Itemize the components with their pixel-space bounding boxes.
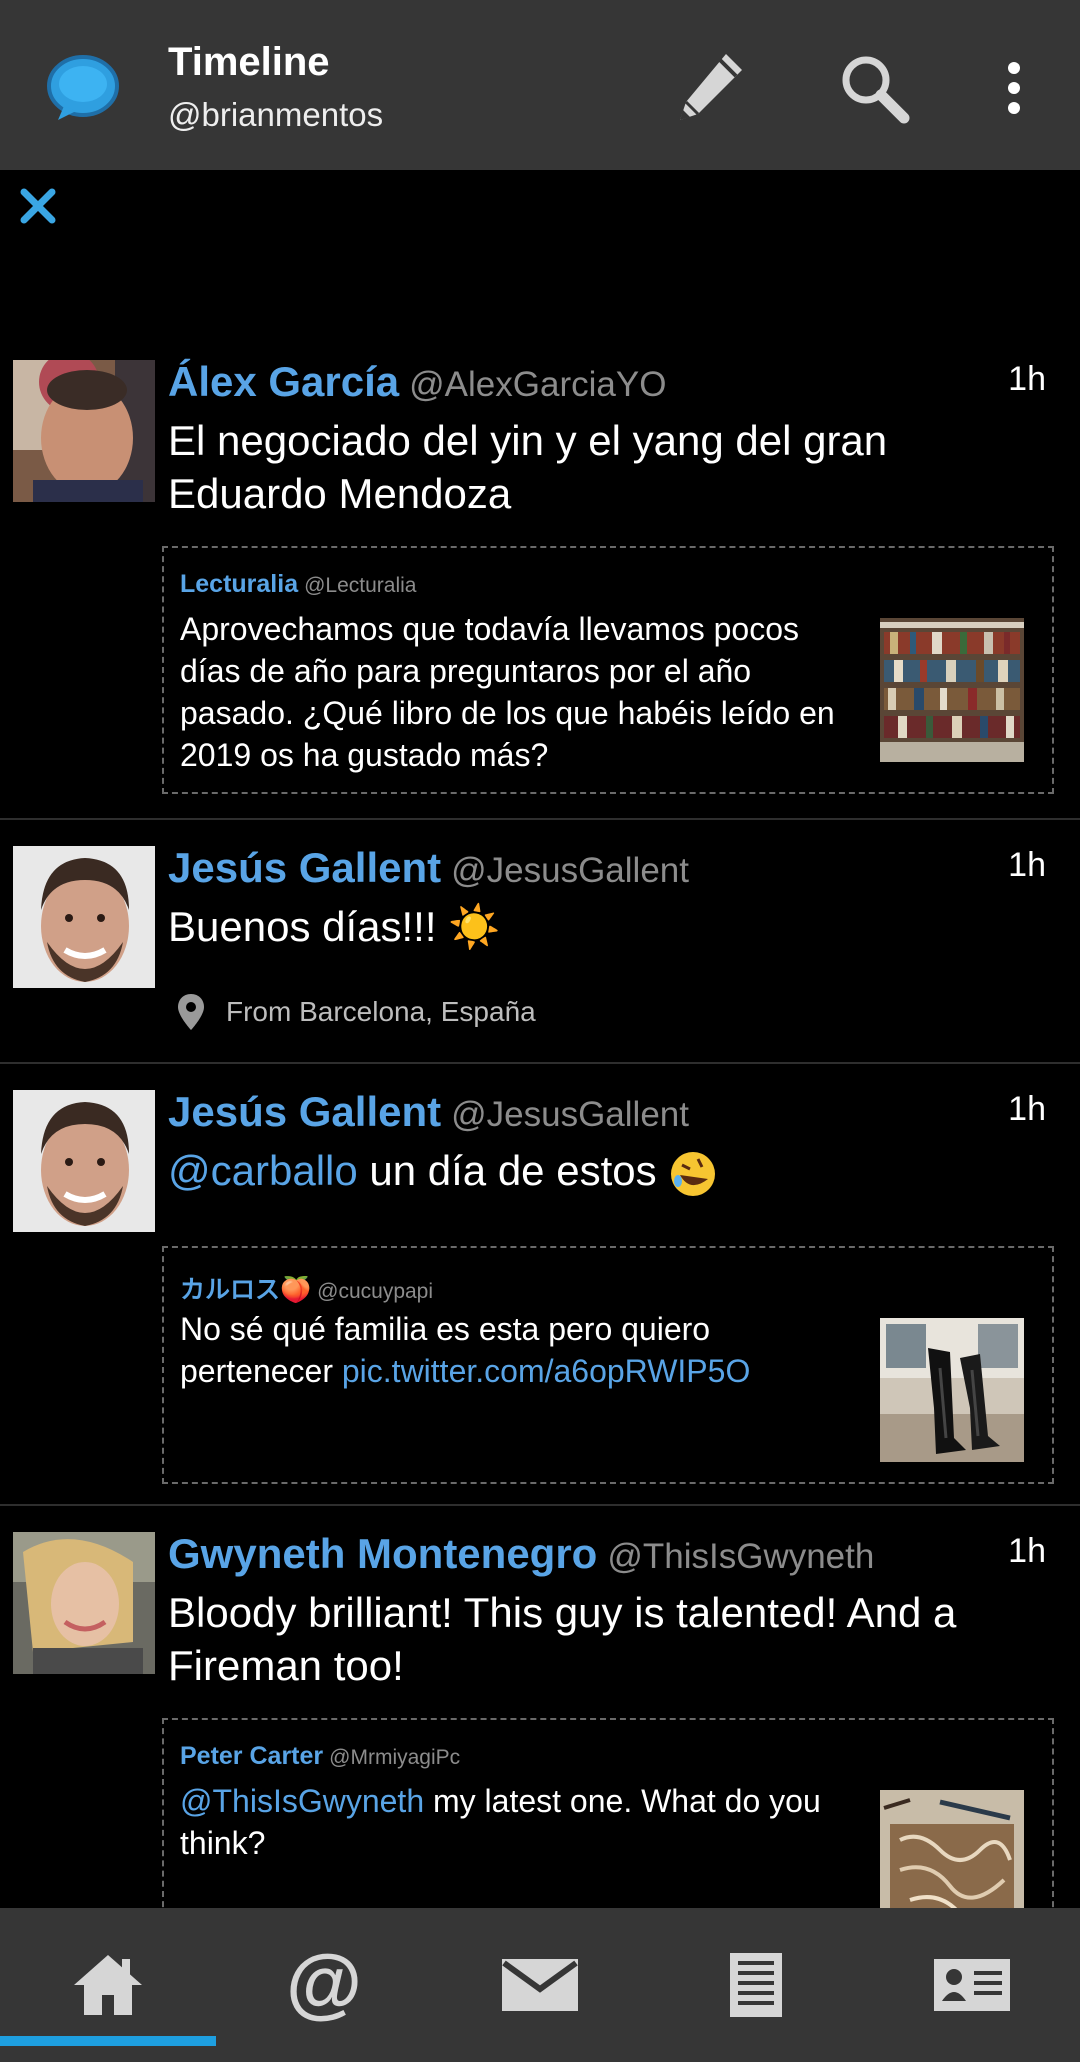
page-title: Timeline	[168, 40, 330, 84]
tweet-text: El negociado del yin y el yang del gran …	[168, 417, 888, 517]
avatar[interactable]	[13, 1532, 155, 1674]
nav-lists[interactable]	[648, 1908, 864, 2062]
rolling-laughing-emoji-icon	[671, 1151, 716, 1196]
tweet-time: 1h	[1008, 846, 1046, 884]
tweet-time: 1h	[1008, 1532, 1046, 1570]
quoted-tweet[interactable]: Lecturalia @Lecturalia Aprovechamos que t…	[162, 546, 1054, 794]
profile-icon	[934, 1959, 1010, 2011]
mention-link[interactable]: @ThisIsGwyneth	[180, 1783, 424, 1819]
quoted-author: カルロス🍑 @cucuypapi	[180, 1276, 434, 1304]
tweet-text: Bloody brilliant! This guy is talented! …	[168, 1589, 957, 1689]
overflow-menu-button[interactable]	[966, 40, 1062, 136]
avatar[interactable]	[13, 360, 155, 502]
app-bar: Timeline @brianmentos	[0, 0, 1080, 170]
avatar[interactable]	[13, 846, 155, 988]
compose-button[interactable]	[660, 40, 756, 136]
author-handle: @JesusGallent	[451, 1095, 689, 1134]
pencil-icon	[680, 54, 742, 120]
account-handle: @brianmentos	[168, 96, 384, 133]
quoted-media-thumbnail[interactable]	[880, 1790, 1024, 1908]
overflow-menu-icon	[1008, 62, 1020, 114]
tweet-item[interactable]: Gwyneth Montenegro @ThisIsGwyneth 1h Bloo…	[0, 1526, 1080, 1908]
author-name[interactable]: Jesús Gallent @JesusGallent	[168, 844, 689, 892]
lists-icon	[730, 1953, 782, 2017]
home-icon	[74, 1955, 142, 2015]
search-button[interactable]	[826, 40, 922, 136]
close-icon[interactable]	[16, 184, 60, 228]
tweet-item[interactable]: Jesús Gallent @JesusGallent 1h @carballo …	[0, 1084, 1080, 1504]
author-name[interactable]: Gwyneth Montenegro @ThisIsGwyneth	[168, 1530, 874, 1578]
messages-icon	[502, 1959, 578, 2011]
author-handle: @AlexGarciaYO	[409, 365, 667, 404]
mention-link[interactable]: @carballo	[168, 1147, 358, 1194]
tweet-time: 1h	[1008, 1090, 1046, 1128]
media-link[interactable]: pic.twitter.com/a6opRWIP5O	[342, 1353, 750, 1389]
svg-text:@: @	[286, 1947, 362, 2023]
tweet-text: @carballo un día de estos	[168, 1144, 1048, 1199]
nav-profile[interactable]	[864, 1908, 1080, 2062]
quoted-media-thumbnail[interactable]	[880, 618, 1024, 762]
app-logo-icon[interactable]	[44, 48, 122, 126]
tweet-time: 1h	[1008, 360, 1046, 398]
quoted-media-thumbnail[interactable]	[880, 1318, 1024, 1462]
nav-messages[interactable]	[432, 1908, 648, 2062]
quoted-handle: @Lecturalia	[304, 574, 417, 597]
mentions-icon: @	[286, 1947, 362, 2023]
tweet-location[interactable]: From Barcelona, España	[178, 992, 536, 1032]
author-name[interactable]: Álex García @AlexGarciaYO	[168, 358, 666, 406]
search-icon	[842, 56, 910, 124]
tweet-item[interactable]: Jesús Gallent @JesusGallent 1h Buenos día…	[0, 840, 1080, 1062]
quoted-handle: @cucuypapi	[317, 1280, 434, 1303]
tweet-divider	[0, 1504, 1080, 1506]
quoted-tweet[interactable]: Peter Carter @MrmiyagiPc @ThisIsGwyneth m…	[162, 1718, 1054, 1908]
tweet-divider	[0, 818, 1080, 820]
quoted-text: No sé qué familia es esta pero quiero pe…	[180, 1311, 751, 1389]
avatar[interactable]	[13, 1090, 155, 1232]
location-text: From Barcelona, España	[226, 996, 536, 1027]
location-pin-icon	[178, 994, 204, 1030]
author-handle: @ThisIsGwyneth	[607, 1537, 875, 1576]
tweet-text: Buenos días!!! ☀️	[168, 903, 501, 950]
selected-tab-indicator	[0, 2036, 216, 2046]
quoted-author: Peter Carter @MrmiyagiPc	[180, 1742, 461, 1770]
quoted-text: Aprovechamos que todavía llevamos pocos …	[180, 611, 835, 773]
tweet-divider	[0, 1062, 1080, 1064]
quoted-text: @ThisIsGwyneth my latest one. What do yo…	[180, 1783, 821, 1861]
quoted-handle: @MrmiyagiPc	[329, 1746, 461, 1769]
tweet-item[interactable]: Álex García @AlexGarciaYO 1h El negociado…	[0, 354, 1080, 820]
quoted-author: Lecturalia @Lecturalia	[180, 570, 417, 598]
quoted-tweet[interactable]: カルロス🍑 @cucuypapi No sé qué familia es est…	[162, 1246, 1054, 1484]
author-handle: @JesusGallent	[451, 851, 689, 890]
author-name[interactable]: Jesús Gallent @JesusGallent	[168, 1088, 689, 1136]
nav-mentions[interactable]: @	[216, 1908, 432, 2062]
